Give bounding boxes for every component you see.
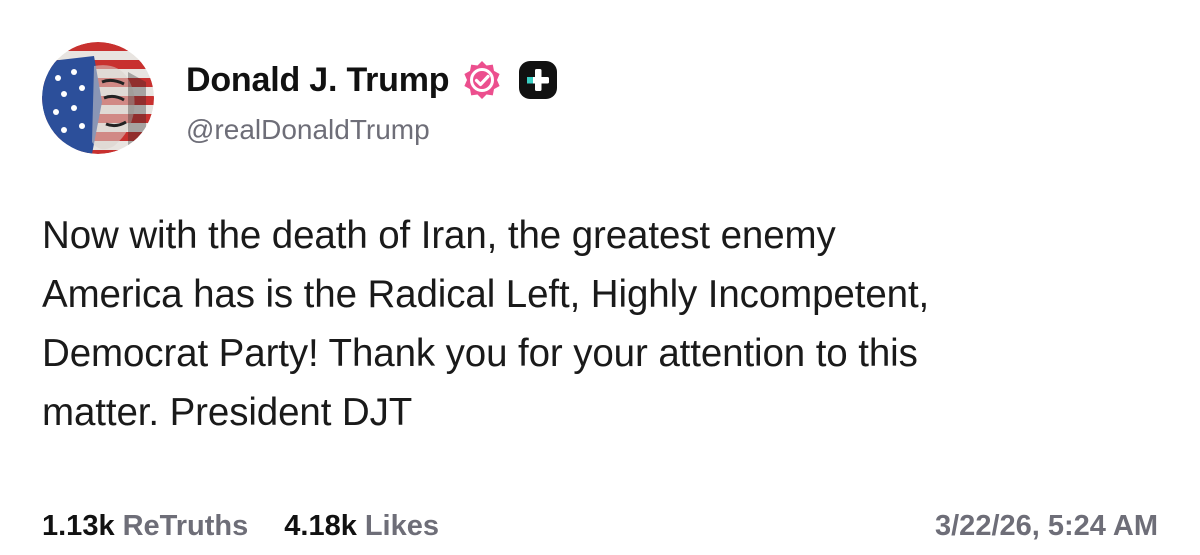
post-text-line: America has is the Radical Left, Highly … [42,273,930,316]
plus-badge-icon [517,59,559,101]
author-display-name[interactable]: Donald J. Trump [186,61,450,100]
retruths-count: 1.13k [42,509,115,542]
author-name-row: Donald J. Trump [186,56,559,104]
post-text-line: Now with the death of Iran, the greatest… [42,214,836,257]
likes-count: 4.18k [284,509,357,542]
post-text: Now with the death of Iran, the greatest… [42,206,1152,442]
post-timestamp[interactable]: 3/22/26, 5:24 AM [935,510,1158,543]
avatar-image [42,42,154,154]
avatar[interactable] [42,42,154,154]
likes-stat[interactable]: 4.18k Likes [284,510,439,543]
post-text-line: Democrat Party! Thank you for your atten… [42,332,918,375]
post-card: Donald J. Trump @realDonaldTrump Now wit… [0,0,1200,555]
retruths-stat[interactable]: 1.13k ReTruths [42,510,248,543]
post-text-line: matter. President DJT [42,391,413,434]
author-handle[interactable]: @realDonaldTrump [186,114,430,146]
verified-badge-icon [461,59,503,101]
likes-label: Likes [364,509,440,542]
post-footer: 1.13k ReTruths 4.18k Likes 3/22/26, 5:24… [42,506,1158,546]
retruths-label: ReTruths [122,509,249,542]
